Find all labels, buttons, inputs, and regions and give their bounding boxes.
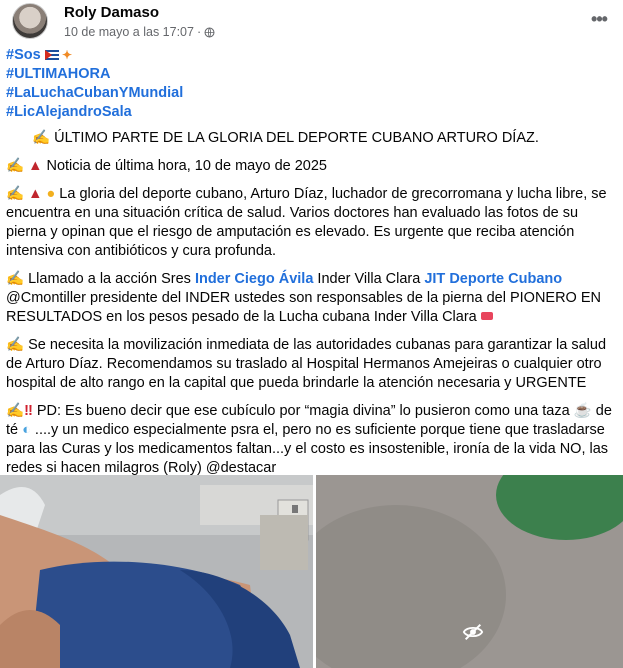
sad-face-icon: ●	[46, 186, 56, 202]
writing-hand-icon: ✍	[6, 271, 25, 287]
hashtag-sos[interactable]: #Sos ✦	[6, 46, 612, 65]
post-header: Roly Damaso 10 de mayo a las 17:07 · •••	[12, 2, 623, 42]
link-jit-deporte-cubano[interactable]: JIT Deporte Cubano	[424, 271, 562, 287]
writing-hand-icon: ✍	[6, 158, 25, 174]
paragraph-3-text-c: @Cmontiller presidente del INDER ustedes…	[6, 290, 602, 325]
avatar[interactable]	[12, 3, 48, 39]
paragraph-3: ✍ Llamado a la acción Sres Inder Ciego Á…	[6, 270, 612, 327]
hashtag-licalejandro[interactable]: #LicAlejandroSala	[6, 103, 612, 122]
writing-hand-icon: ✍	[32, 130, 51, 146]
cuba-flag-icon	[44, 50, 59, 60]
post-date[interactable]: 10 de mayo a las 17:07	[64, 25, 194, 39]
post-title-paragraph: ✍ ÚLTIMO PARTE DE LA GLORIA DEL DEPORTE …	[6, 129, 612, 148]
hashtag-ultimahora[interactable]: #ULTIMAHORA	[6, 65, 612, 84]
eye-off-icon[interactable]	[462, 621, 484, 643]
face-mask-icon: ◐	[22, 422, 31, 438]
hashtag-lalucha[interactable]: #LaLuchaCubanYMundial	[6, 84, 612, 103]
globe-icon	[204, 27, 215, 37]
link-inder-ciego-avila[interactable]: Inder Ciego Ávila	[195, 271, 313, 287]
post-meta: 10 de mayo a las 17:07 ·	[64, 25, 215, 39]
post-photos	[0, 475, 623, 668]
paragraph-3-text-b: Inder Villa Clara	[313, 271, 425, 287]
hashtags: #Sos ✦ #ULTIMAHORA #LaLuchaCubanYMundial…	[6, 46, 612, 122]
photo-patient-image	[0, 475, 313, 668]
double-exclamation-icon: ‼	[24, 403, 33, 419]
red-bell-icon: ▲	[28, 158, 43, 174]
fire-icon: ✦	[58, 48, 73, 62]
hot-beverage-icon: ☕	[573, 403, 592, 419]
paragraph-1-text: Noticia de última hora, 10 de mayo de 20…	[46, 158, 327, 174]
paragraph-2-text: La gloria del deporte cubano, Arturo Día…	[6, 186, 607, 259]
paragraph-1: ✍ ▲ Noticia de última hora, 10 de mayo d…	[6, 157, 612, 176]
paragraph-5-text-c: ....y un medico especialmente psra el, p…	[6, 422, 609, 476]
writing-hand-icon: ✍	[6, 403, 25, 419]
author-name[interactable]: Roly Damaso	[64, 4, 159, 21]
photo-hidden[interactable]	[316, 475, 623, 668]
paragraph-3-text-a: Llamado a la acción Sres	[28, 271, 195, 287]
paragraph-5: ✍‼ PD: Es bueno decir que ese cubículo p…	[6, 402, 612, 478]
paragraph-4: ✍ Se necesita la movilización inmediata …	[6, 336, 612, 393]
post-title: ÚLTIMO PARTE DE LA GLORIA DEL DEPORTE CU…	[54, 130, 539, 146]
photo-patient[interactable]	[0, 475, 313, 668]
writing-hand-icon: ✍	[6, 337, 25, 353]
writing-hand-icon: ✍	[6, 186, 25, 202]
red-bell-icon: ▲	[28, 186, 43, 202]
paragraph-2: ✍ ▲ ● La gloria del deporte cubano, Artu…	[6, 185, 612, 261]
more-options-button[interactable]: •••	[587, 10, 611, 34]
meta-separator: ·	[196, 25, 202, 39]
paragraph-4-text: Se necesita la movilización inmediata de…	[6, 337, 607, 391]
post-body: #Sos ✦ #ULTIMAHORA #LaLuchaCubanYMundial…	[6, 46, 612, 487]
paragraph-5-text-a: PD: Es bueno decir que ese cubículo por …	[36, 403, 570, 419]
sos-badge-icon	[480, 312, 493, 320]
